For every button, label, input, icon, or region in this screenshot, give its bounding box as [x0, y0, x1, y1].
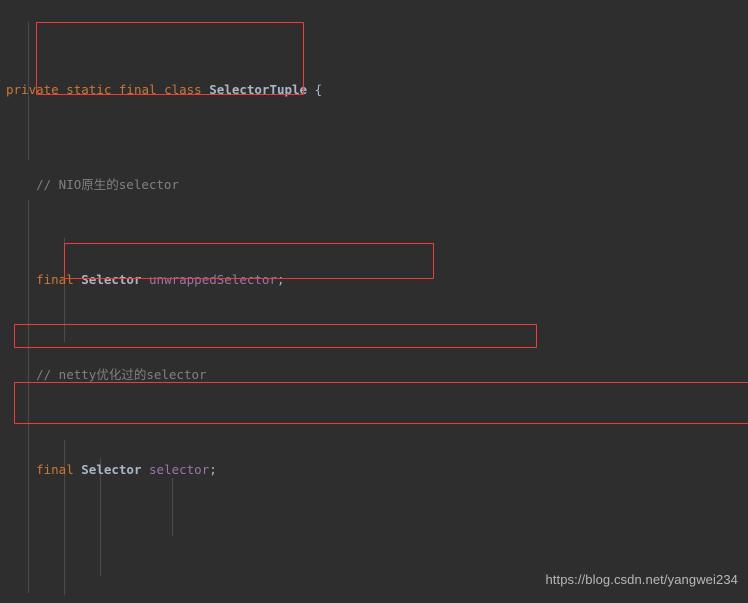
- token-semicolon: ;: [276, 272, 285, 287]
- token-field: unwrappedSelector: [149, 272, 277, 287]
- code-content[interactable]: private static final class SelectorTuple…: [0, 0, 748, 603]
- token-class-name: Selector: [81, 462, 142, 477]
- token-keyword: final: [36, 462, 74, 477]
- token-keyword: final: [36, 272, 74, 287]
- code-line[interactable]: final Selector selector;: [0, 460, 748, 479]
- token-field: selector: [149, 462, 210, 477]
- token-keyword: private: [6, 82, 59, 97]
- code-line[interactable]: private static final class SelectorTuple…: [0, 80, 748, 99]
- watermark-url: https://blog.csdn.net/yangwei234: [545, 572, 738, 587]
- token-class-name: SelectorTuple: [209, 82, 308, 97]
- token-keyword: final: [118, 82, 157, 97]
- code-line[interactable]: // netty优化过的selector: [0, 365, 748, 384]
- token-brace: {: [314, 82, 323, 97]
- code-line[interactable]: // NIO原生的selector: [0, 175, 748, 194]
- code-line[interactable]: final Selector unwrappedSelector;: [0, 270, 748, 289]
- code-editor-viewport[interactable]: private static final class SelectorTuple…: [0, 0, 748, 603]
- token-semicolon: ;: [209, 462, 217, 477]
- token-comment: // NIO原生的selector: [36, 177, 179, 192]
- token-comment: // netty优化过的selector: [36, 367, 207, 382]
- token-class-name: Selector: [81, 272, 142, 287]
- token-keyword: static: [66, 82, 112, 97]
- token-keyword: class: [164, 82, 202, 97]
